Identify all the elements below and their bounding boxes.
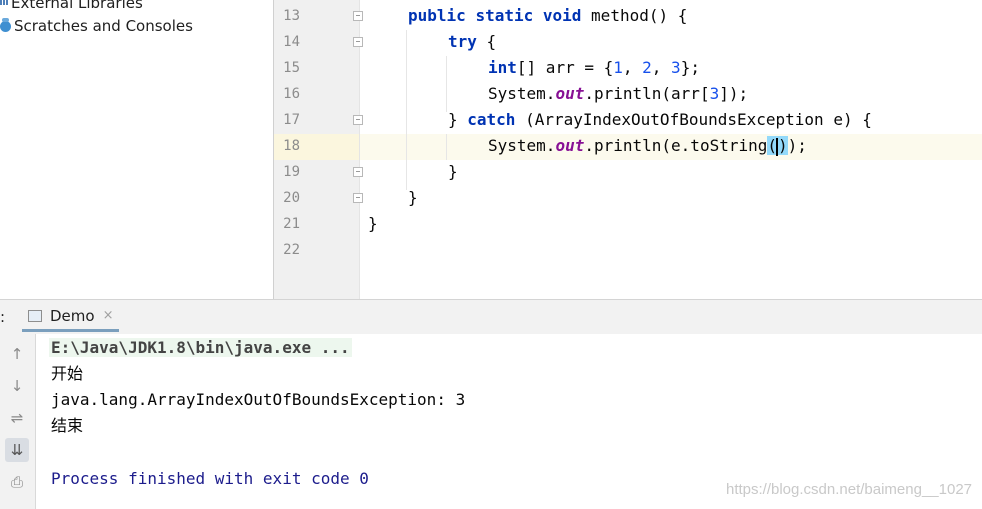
static-field: out	[555, 84, 585, 103]
code-text: [] arr = {	[516, 58, 614, 77]
line-number: 18	[283, 138, 300, 154]
keyword: int	[488, 58, 517, 77]
code-text: ]);	[719, 84, 749, 103]
code-line-17[interactable]: } catch (ArrayIndexOutOfBoundsException …	[448, 107, 872, 133]
close-icon[interactable]: ×	[103, 308, 114, 323]
tree-item-scratches[interactable]: Scratches and Consoles	[0, 16, 193, 36]
line-number: 17	[283, 112, 300, 128]
console-line: E:\Java\JDK1.8\bin\java.exe ...	[49, 335, 352, 361]
keyword: static	[475, 6, 534, 25]
line-number: 22	[283, 242, 300, 258]
tree-item-external-libraries[interactable]: External Libraries	[0, 0, 143, 13]
code-text: (ArrayIndexOutOfBoundsException e) {	[515, 110, 872, 129]
paren: )	[778, 136, 788, 155]
keyword: try	[448, 32, 477, 51]
print-icon[interactable]: ⎙	[5, 470, 29, 494]
number-literal: 3	[709, 84, 720, 103]
run-label: :	[0, 308, 6, 326]
number-literal: 3	[671, 58, 681, 77]
line-number: 15	[283, 60, 300, 76]
number-literal: 1	[613, 58, 623, 77]
matched-paren: ()	[767, 136, 788, 156]
line-number: 14	[283, 34, 300, 50]
code-line-15[interactable]: int[] arr = {1, 2, 3};	[488, 55, 700, 81]
code-line-18[interactable]: System.out.println(e.toString());	[488, 133, 807, 159]
run-tool-window-header: : Demo ×	[0, 299, 982, 334]
watermark: https://blog.csdn.net/baimeng__1027	[725, 481, 972, 498]
tree-item-label: Scratches and Consoles	[14, 17, 193, 35]
code-text: System.	[488, 84, 556, 103]
code-text: .println(arr[	[584, 84, 710, 103]
run-toolbar: ↑ ↓ ⇌ ⇊ ⎙	[0, 334, 36, 509]
tab-demo[interactable]: Demo ×	[22, 302, 120, 332]
console-line: 结束	[51, 416, 84, 435]
keyword: void	[542, 6, 582, 25]
console-line: java.lang.ArrayIndexOutOfBoundsException…	[51, 390, 466, 409]
code-text: .println(e.toString	[584, 136, 768, 155]
code-line-19[interactable]: }	[448, 159, 458, 185]
console-line: 开始	[51, 364, 84, 383]
down-arrow-icon[interactable]: ↓	[5, 374, 29, 398]
scroll-to-end-icon[interactable]: ⇊	[5, 438, 29, 462]
fold-marker-icon[interactable]	[353, 11, 363, 21]
code-text: ,	[622, 58, 643, 77]
code-text: );	[787, 136, 807, 155]
code-line-14[interactable]: try {	[448, 29, 496, 55]
fold-marker-icon[interactable]	[353, 115, 363, 125]
console-command: E:\Java\JDK1.8\bin\java.exe ...	[49, 338, 352, 357]
code-text: }	[408, 188, 418, 207]
keyword: catch	[467, 110, 516, 129]
library-icon	[0, 0, 9, 5]
fold-marker-icon[interactable]	[353, 167, 363, 177]
fold-marker-icon[interactable]	[353, 193, 363, 203]
code-line-13[interactable]: public static void method() {	[408, 3, 687, 29]
code-line-20[interactable]: }	[408, 185, 418, 211]
code-text: };	[680, 58, 700, 77]
code-text: }	[448, 110, 468, 129]
soft-wrap-icon[interactable]: ⇌	[5, 406, 29, 430]
line-number: 13	[283, 8, 300, 24]
code-text: {	[486, 32, 497, 51]
tree-item-label: External Libraries	[11, 0, 143, 12]
code-line-21[interactable]: }	[368, 211, 378, 237]
line-number: 21	[283, 216, 300, 232]
indent-guide	[446, 56, 447, 112]
project-tree: External Libraries Scratches and Console…	[0, 0, 273, 299]
keyword: public	[408, 6, 466, 25]
line-number: 20	[283, 190, 300, 206]
line-number: 16	[283, 86, 300, 102]
code-text: ,	[651, 58, 672, 77]
indent-guide	[446, 134, 447, 160]
code-line-16[interactable]: System.out.println(arr[3]);	[488, 81, 748, 107]
line-number: 19	[283, 164, 300, 180]
code-text: method() {	[591, 6, 688, 25]
code-text: System.	[488, 136, 556, 155]
indent-guide	[406, 30, 407, 190]
console-process-finished: Process finished with exit code 0	[51, 469, 369, 488]
code-text: }	[448, 162, 458, 181]
run-config-icon	[28, 309, 42, 322]
static-field: out	[555, 136, 585, 155]
tab-label: Demo	[50, 306, 95, 325]
number-literal: 2	[642, 58, 652, 77]
fold-marker-icon[interactable]	[353, 37, 363, 47]
code-text: }	[368, 214, 378, 233]
scratch-icon	[0, 17, 11, 32]
up-arrow-icon[interactable]: ↑	[5, 342, 29, 366]
